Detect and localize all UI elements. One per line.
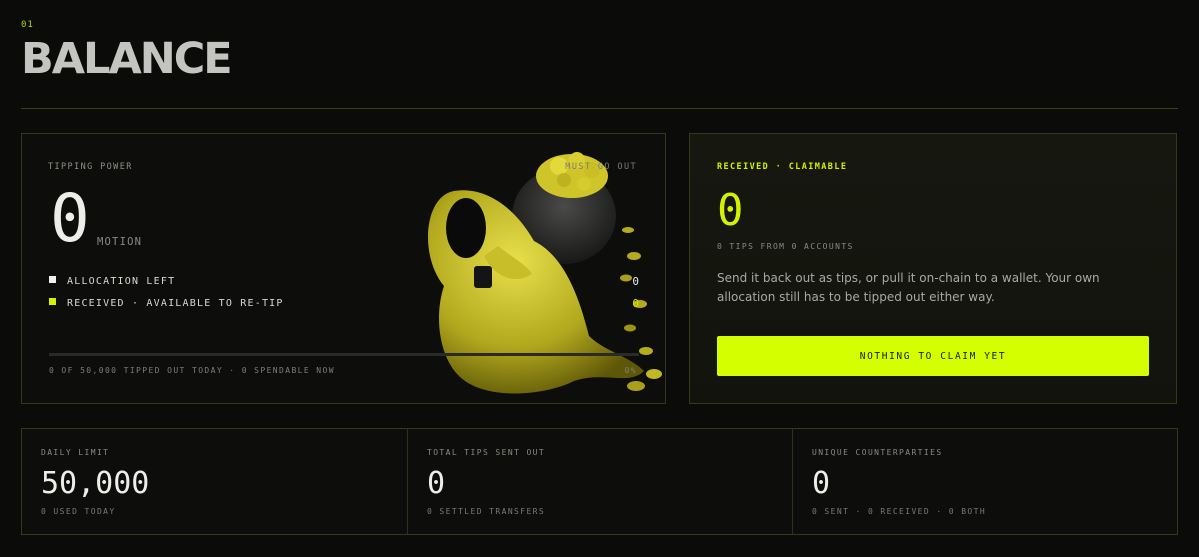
- claimable-label: RECEIVED · CLAIMABLE: [717, 162, 848, 172]
- received-value: 0: [632, 297, 639, 310]
- stat-label: DAILY LIMIT: [41, 448, 110, 457]
- claimable-value: 0: [717, 185, 744, 236]
- progress-bar: [49, 353, 639, 356]
- page-title: BALANCE: [21, 34, 233, 84]
- tipping-power-label: TIPPING POWER: [48, 162, 133, 172]
- legend-label: ALLOCATION LEFT: [67, 276, 176, 287]
- stat-sub: 0 SENT · 0 RECEIVED · 0 BOTH: [812, 507, 987, 516]
- title-divider: [21, 108, 1178, 109]
- claimable-description: Send it back out as tips, or pull it on-…: [717, 271, 1100, 304]
- legend-allocation-left: ALLOCATION LEFT: [49, 276, 175, 287]
- section-number: 01: [21, 20, 34, 30]
- tipping-power-unit: MOTION: [97, 236, 143, 248]
- stat-value: 0: [427, 466, 446, 501]
- claimable-sub: 0 TIPS FROM 0 ACCOUNTS: [717, 242, 854, 251]
- stat-value: 50,000: [41, 466, 150, 501]
- stat-daily-limit: DAILY LIMIT 50,000 0 USED TODAY: [22, 429, 407, 534]
- stat-sub: 0 USED TODAY: [41, 507, 116, 516]
- tipping-power-card: TIPPING POWER MUST GO OUT 0 MOTION ALLOC…: [21, 133, 666, 404]
- legend-swatch-white: [49, 276, 56, 283]
- tipped-out-summary: 0 OF 50,000 TIPPED OUT TODAY · 0 SPENDAB…: [49, 366, 335, 375]
- stats-strip: DAILY LIMIT 50,000 0 USED TODAY TOTAL TI…: [21, 428, 1178, 535]
- legend-swatch-lime: [49, 298, 56, 305]
- progress-percent: 0%: [624, 366, 637, 375]
- must-go-out-tag: MUST GO OUT: [565, 162, 637, 172]
- claim-button[interactable]: NOTHING TO CLAIM YET: [717, 336, 1149, 376]
- claimable-card: RECEIVED · CLAIMABLE 0 0 TIPS FROM 0 ACC…: [689, 133, 1177, 404]
- stat-unique-counterparties: UNIQUE COUNTERPARTIES 0 0 SENT · 0 RECEI…: [792, 429, 1178, 534]
- stat-value: 0: [812, 466, 831, 501]
- legend-label: RECEIVED · AVAILABLE TO RE-TIP: [67, 298, 284, 309]
- stat-label: TOTAL TIPS SENT OUT: [427, 448, 546, 457]
- tipping-power-value: 0: [50, 180, 90, 257]
- stat-total-tips: TOTAL TIPS SENT OUT 0 0 SETTLED TRANSFER…: [407, 429, 792, 534]
- legend-received: RECEIVED · AVAILABLE TO RE-TIP: [49, 298, 284, 309]
- stat-sub: 0 SETTLED TRANSFERS: [427, 507, 546, 516]
- stat-label: UNIQUE COUNTERPARTIES: [812, 448, 943, 457]
- allocation-left-value: 0: [632, 275, 639, 288]
